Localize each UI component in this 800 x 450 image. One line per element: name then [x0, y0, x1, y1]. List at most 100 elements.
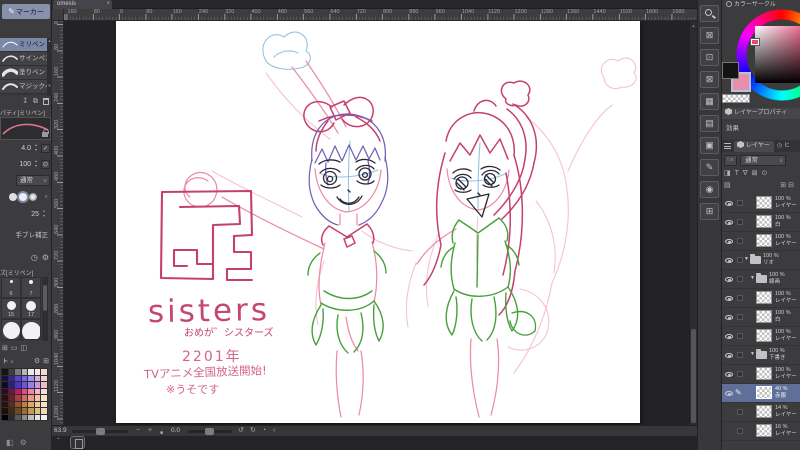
layer-row-白[interactable]: 100 % 白 [722, 308, 800, 327]
canvas-paper[interactable]: sisters おめが゛シスターズ 2201年 TVアニメ全国放送開始! ※うそ… [116, 21, 640, 423]
layer-checkbox[interactable] [737, 333, 743, 339]
size-preset-15[interactable]: 15 [1, 298, 21, 319]
layer-checkbox[interactable] [737, 295, 743, 301]
layer-row-レイヤー[interactable]: 100 % レイヤー [722, 194, 800, 213]
scroll-up-icon[interactable]: ▲ [690, 23, 697, 28]
brush-item-塗りペン[interactable]: 塗りペン [0, 66, 47, 80]
layer-row-白[interactable]: 100 % 白 [722, 213, 800, 232]
layer-thumbnail[interactable] [756, 329, 772, 342]
detail-view-icon[interactable]: ◫ [21, 345, 28, 352]
document-tab[interactable]: omesis × [53, 0, 112, 9]
layer-row-レイヤー[interactable]: 16 % レイヤー [722, 422, 800, 441]
trash-icon[interactable] [43, 97, 49, 105]
brush-item-マジックペン[interactable]: マジックペン [0, 80, 47, 94]
brush-size-dynamics-icon[interactable]: ✓ [41, 144, 50, 153]
register-brush-icon[interactable]: ↧ [22, 96, 28, 107]
reset-rotation-icon[interactable]: ◔ [262, 426, 266, 436]
canvas-viewport[interactable]: sisters おめが゛シスターズ 2201年 TVアニメ全国放送開始! ※うそ… [64, 21, 690, 425]
eye-icon[interactable] [725, 258, 733, 263]
scroll-thumb[interactable] [43, 285, 47, 311]
brush-list-scrollbar[interactable]: ▲ ▼ [47, 38, 52, 96]
add-box-icon[interactable]: ⊞ [700, 203, 719, 220]
layer-checkbox[interactable] [737, 428, 743, 434]
rotate-cw-icon[interactable]: ↻ [250, 426, 256, 436]
eye-icon[interactable] [725, 372, 733, 377]
layer-thumbnail[interactable] [756, 291, 772, 304]
eye-icon[interactable] [725, 220, 733, 225]
wrench-icon[interactable]: ⚙ [42, 253, 49, 262]
particle-value[interactable]: 25 [31, 207, 39, 222]
expand-caret-icon[interactable]: ⌃ [56, 437, 61, 444]
camera-box-icon[interactable]: ◉ [700, 181, 719, 198]
layer-thumbnail[interactable] [756, 386, 772, 399]
settings-icon[interactable]: ⚙ [20, 438, 27, 447]
layer-row-赤服[interactable]: ✎ 40 % 赤服 [722, 384, 800, 403]
close-box-icon-2[interactable]: ⊠ [700, 71, 719, 88]
close-box-icon[interactable]: ⊠ [700, 27, 719, 44]
duplicate-brush-icon[interactable]: ⧉ [33, 96, 38, 107]
subtool-marker-button[interactable]: ✎マーカー [2, 4, 50, 19]
layer-row-レイヤー[interactable]: 100 % レイヤー [722, 365, 800, 384]
antialias-strong-option[interactable] [29, 193, 37, 201]
size-preset-large[interactable] [1, 319, 21, 340]
clip-icon[interactable]: ◨ [724, 170, 731, 177]
layer-row-レイヤー[interactable]: 100 % レイヤー [722, 327, 800, 346]
zoom-out-icon[interactable]: − [136, 426, 140, 436]
layer-checkbox[interactable] [737, 409, 743, 415]
close-icon[interactable]: × [106, 0, 110, 9]
layer-checkbox[interactable] [737, 200, 743, 206]
flip-icon[interactable]: ‹ [273, 426, 275, 436]
layer-checkbox[interactable] [737, 238, 743, 244]
zoom-in-icon[interactable]: + [148, 426, 152, 436]
opacity-value[interactable]: 100 [19, 157, 31, 172]
history-icon[interactable]: ◷ [31, 253, 38, 262]
blend-mode-dropdown[interactable]: 通常 ∨ [16, 175, 50, 186]
layer-row-レイヤー[interactable]: 100 % レイヤー [722, 232, 800, 251]
save-box-icon[interactable]: ⊡ [700, 49, 719, 66]
layer-thumbnail[interactable] [756, 310, 772, 323]
layer-row-レイヤー[interactable]: 14 % レイヤー [722, 403, 800, 422]
eye-icon[interactable] [725, 239, 733, 244]
layer-thumbnail[interactable] [756, 424, 772, 437]
layer-blend-dropdown[interactable]: 通常 ∨ [740, 155, 786, 166]
brush-size-stepper[interactable]: ▲ ▼ [33, 143, 39, 152]
eye-icon[interactable] [725, 296, 733, 301]
palette-swatch[interactable] [41, 414, 48, 421]
eye-icon[interactable] [725, 277, 733, 282]
layer-thumbnail[interactable] [756, 196, 772, 209]
edit-box-icon[interactable]: ✎ [700, 159, 719, 176]
alpha-lock-icon[interactable]: ⊙ [761, 170, 767, 177]
rotation-slider[interactable] [188, 428, 232, 435]
main-color-swatch[interactable] [722, 62, 739, 79]
hue-handle[interactable] [751, 39, 759, 45]
transparent-color-swatch[interactable] [722, 94, 750, 103]
size-preset-7[interactable]: 7 [21, 277, 41, 298]
size-preset-6[interactable]: 6 [1, 277, 21, 298]
layer-checkbox[interactable] [737, 371, 743, 377]
layer-checkbox[interactable] [737, 219, 743, 225]
chevron-down-icon[interactable]: ▼ [750, 351, 755, 357]
folder-box-icon[interactable]: ▤ [700, 115, 719, 132]
zoom-slider-knob[interactable] [96, 428, 105, 435]
layer-checkbox[interactable] [737, 257, 743, 263]
layer-color-dropdown[interactable]: □∨ [724, 155, 737, 166]
scroll-thumb[interactable] [691, 329, 696, 423]
brush-item-サインペン[interactable]: サインペン [0, 52, 47, 66]
palette-view-icon[interactable]: ▤ [724, 182, 731, 189]
eye-icon[interactable] [725, 353, 733, 358]
new-folder-icon[interactable]: ⊟ [788, 182, 794, 189]
layer-row-リオ[interactable]: ▼ 100 % リオ [722, 251, 800, 270]
chevron-down-icon[interactable]: ▼ [744, 256, 749, 262]
eye-icon[interactable] [725, 315, 733, 320]
chevron-down-icon[interactable]: ▼ [750, 275, 755, 281]
antialias-none-option[interactable] [9, 193, 17, 201]
brush-item-ミリペン[interactable]: ミリペン [0, 38, 47, 52]
tab-history[interactable]: ◷ ヒ [777, 141, 800, 152]
eye-icon[interactable] [725, 201, 733, 206]
grid-view-icon[interactable]: ⊞ [2, 345, 8, 352]
size-preset-17[interactable]: 17 [21, 298, 41, 319]
mask-icon[interactable]: ∇ [743, 170, 748, 177]
lock-icon[interactable] [42, 129, 49, 137]
vertical-scrollbar[interactable]: ▲ [690, 21, 697, 425]
layer-row-下書き[interactable]: ▼ 100 % 下書き [722, 346, 800, 365]
